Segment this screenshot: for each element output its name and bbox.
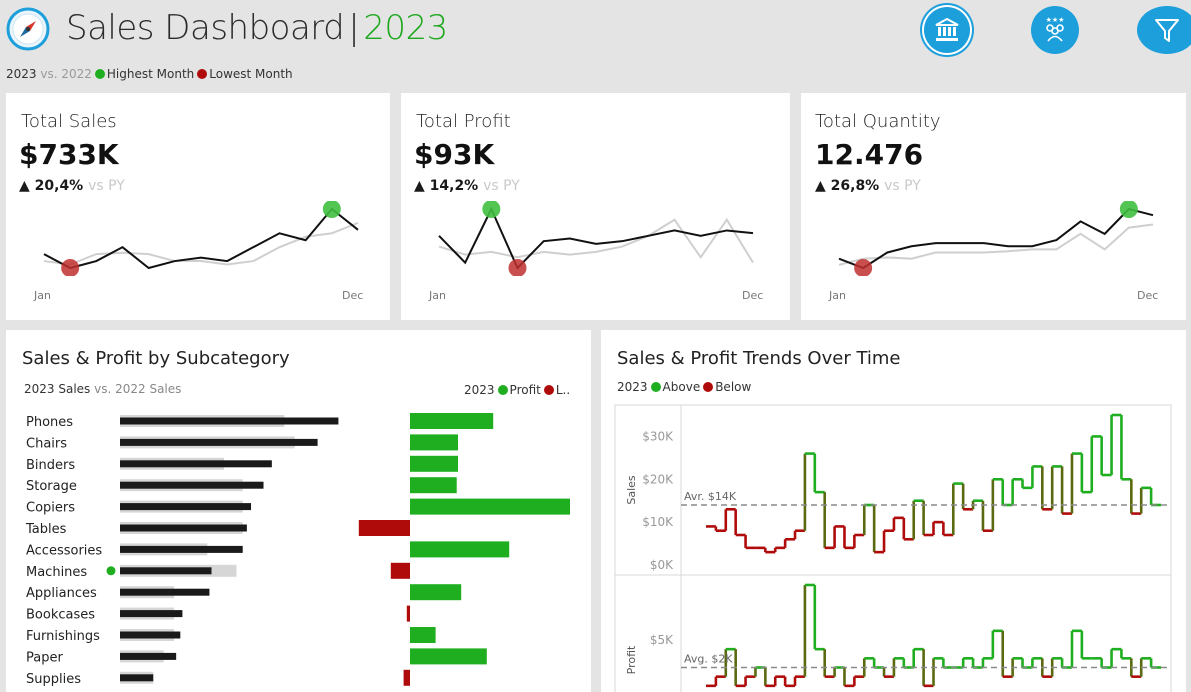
- tick-label: $5K: [650, 633, 674, 647]
- kpi-title: Total Quantity: [815, 111, 941, 132]
- bar-2023-sales: [120, 545, 243, 553]
- highest-month-marker: [482, 201, 501, 218]
- average-label: Avg. $2K: [684, 653, 733, 666]
- highest-dot: [94, 69, 105, 79]
- kpi-value: $733K: [19, 138, 119, 171]
- filter-button[interactable]: [1137, 6, 1191, 54]
- current-year-line: [43, 207, 359, 270]
- current-year-line: [838, 207, 1154, 270]
- bar-loss: [390, 562, 410, 579]
- category-label: Storage: [26, 479, 77, 494]
- bar-2023-sales: [120, 524, 247, 532]
- bar-profit: [410, 584, 462, 601]
- kpi-change: ▲ 14,2% vs PY: [414, 178, 520, 194]
- kpi-title: Total Profit: [416, 111, 511, 132]
- bank-button[interactable]: [924, 7, 970, 53]
- bar-profit: [410, 541, 510, 558]
- category-label: Machines: [26, 565, 87, 580]
- bar-profit: [410, 477, 457, 494]
- bar-profit: [410, 648, 487, 665]
- axis-start: Jan: [829, 289, 846, 302]
- bar-2023-sales: [120, 610, 183, 618]
- customers-button[interactable]: ★★★: [1031, 6, 1079, 54]
- plot-frame: [614, 404, 1172, 692]
- axis-start: Jan: [429, 289, 446, 302]
- bar-2023-sales: [120, 674, 154, 682]
- page-title: Sales Dashboard | 2023: [66, 8, 448, 48]
- profit-legend: 2023 Profit L..: [464, 383, 571, 397]
- sales-legend: 2023 Sales vs. 2022 Sales: [24, 382, 182, 396]
- kpi-sparkline: [838, 201, 1154, 276]
- category-label: Supplies: [26, 672, 81, 687]
- kpi-title: Total Sales: [21, 111, 117, 132]
- category-label: Appliances: [26, 586, 97, 601]
- bar-profit: [410, 413, 494, 429]
- bar-2023-sales: [120, 481, 264, 489]
- category-label: Tables: [25, 522, 67, 537]
- axis-end: Dec: [742, 289, 764, 302]
- average-label: Avr. $14K: [684, 490, 737, 503]
- bar-2023-sales: [120, 567, 212, 575]
- bar-loss: [406, 605, 410, 622]
- tick-label: $30K: [642, 429, 674, 443]
- subcategory-chart: Phones Chairs Binders Storage Copiers Tables A…: [25, 413, 570, 687]
- marker-dot: [106, 566, 116, 576]
- tick-label: $10K: [642, 515, 674, 529]
- bar-2023-sales: [120, 631, 181, 639]
- tick-label: $20K: [642, 472, 674, 486]
- trends-panel: Sales & Profit Trends Over Time 2023 Abov…: [601, 330, 1186, 692]
- bar-2023-sales: [120, 588, 210, 596]
- category-label: Furnishings: [26, 629, 100, 644]
- bar-2023-sales: [120, 460, 272, 468]
- bar-profit: [410, 455, 458, 472]
- lowest-dot: [197, 69, 208, 79]
- category-label: Bookcases: [26, 608, 95, 623]
- svg-text:★★★: ★★★: [1046, 16, 1065, 24]
- current-year-line: [438, 206, 754, 270]
- customers-icon: ★★★: [1046, 16, 1065, 42]
- trends-legend: 2023 Above Below: [617, 380, 752, 394]
- category-label: Accessories: [26, 543, 102, 558]
- legend-bar: 2023 vs. 2022 Highest Month Lowest Month: [6, 67, 293, 81]
- subcategory-panel: Sales & Profit by Subcategory 2023 Sales…: [6, 330, 591, 692]
- kpi-sparkline: [438, 201, 754, 276]
- category-label: Copiers: [26, 501, 75, 516]
- axis-end: Dec: [342, 289, 364, 302]
- axis-start: Jan: [34, 289, 51, 302]
- kpi-card-sales[interactable]: Total Sales $733K ▲ 20,4% vs PY Jan Dec: [6, 93, 390, 320]
- bar-profit: [410, 627, 436, 643]
- panel-title: Sales & Profit Trends Over Time: [617, 348, 901, 369]
- bar-2023-sales: [120, 417, 339, 425]
- category-label: Chairs: [26, 436, 67, 451]
- kpi-value: $93K: [414, 138, 495, 171]
- prior-year-line: [438, 217, 754, 264]
- kpi-card-quantity[interactable]: Total Quantity 12.476 ▲ 26,8% vs PY Jan …: [801, 93, 1186, 320]
- title-year: 2023: [363, 8, 448, 48]
- bar-profit: [410, 434, 458, 451]
- kpi-change: ▲ 20,4% vs PY: [19, 178, 125, 194]
- bar-loss: [403, 669, 410, 686]
- trends-chart: Sales $30K $20K $10K $0K Avr. $14K Profit $5K Av…: [614, 404, 1172, 692]
- kpi-card-profit[interactable]: Total Profit $93K ▲ 14,2% vs PY Jan Dec: [401, 93, 790, 320]
- panel-title: Sales & Profit by Subcategory: [22, 348, 290, 369]
- lowest-month-marker: [854, 259, 873, 276]
- compass-icon: [6, 7, 50, 51]
- category-label: Binders: [26, 458, 75, 473]
- tick-label: $0K: [650, 558, 674, 572]
- axis-title: Profit: [625, 645, 638, 674]
- kpi-change: ▲ 26,8% vs PY: [815, 178, 921, 194]
- bar-2023-sales: [120, 438, 318, 446]
- bar-2023-sales: [120, 503, 252, 511]
- filter-icon: [1155, 19, 1179, 42]
- axis-end: Dec: [1137, 289, 1159, 302]
- bar-2023-sales: [120, 652, 177, 660]
- bar-loss: [358, 520, 410, 536]
- bank-icon: [935, 17, 959, 41]
- category-label: Phones: [26, 415, 73, 430]
- axis-title: Sales: [625, 475, 638, 505]
- category-label: Paper: [26, 650, 63, 665]
- kpi-value: 12.476: [815, 138, 924, 171]
- bar-profit: [410, 498, 570, 515]
- kpi-sparkline: [43, 201, 359, 276]
